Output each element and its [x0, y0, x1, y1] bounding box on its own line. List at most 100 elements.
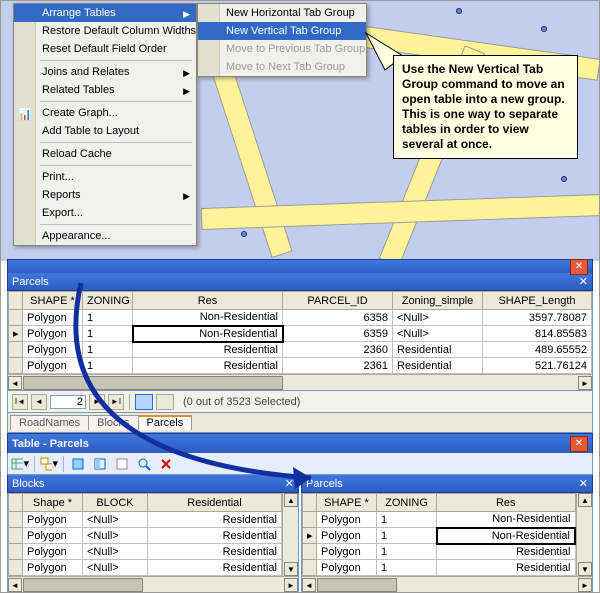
menu-item-create-graph-[interactable]: Create Graph...📊: [14, 104, 196, 122]
right-grid[interactable]: SHAPE *ZONINGResPolygon1Non-Residential▸…: [302, 493, 576, 576]
cell[interactable]: <Null>: [83, 544, 148, 560]
switch-selection-button[interactable]: [90, 455, 110, 473]
nav-prev[interactable]: ◄: [31, 394, 47, 410]
cell[interactable]: Polygon: [23, 560, 83, 576]
cell[interactable]: 2360: [283, 342, 393, 358]
cell[interactable]: 814.85583: [483, 326, 592, 342]
col-header[interactable]: ZONING: [377, 494, 437, 512]
col-header[interactable]: ZONING: [83, 292, 133, 310]
nav-position[interactable]: [50, 395, 86, 409]
cell[interactable]: 6358: [283, 310, 393, 326]
col-header[interactable]: Shape *: [23, 494, 83, 512]
left-grid[interactable]: Shape *BLOCKResidentialPolygon<Null>Resi…: [8, 493, 282, 576]
bottom-tab-roadnames[interactable]: RoadNames: [10, 415, 89, 430]
cell[interactable]: Residential: [133, 342, 283, 358]
menu-item-export-[interactable]: Export...: [14, 204, 196, 222]
cell[interactable]: Non-Residential: [133, 310, 283, 326]
upper-grid[interactable]: SHAPE *ZONINGResPARCEL_IDZoning_simpleSH…: [8, 291, 592, 374]
cell[interactable]: 1: [83, 326, 133, 342]
cell[interactable]: Polygon: [317, 544, 377, 560]
menu-item-new-vertical-tab-group[interactable]: New Vertical Tab Group: [198, 22, 366, 40]
cell[interactable]: Residential: [437, 544, 576, 560]
col-header[interactable]: Zoning_simple: [393, 292, 483, 310]
cell[interactable]: Polygon: [23, 528, 83, 544]
cell[interactable]: 1: [83, 358, 133, 374]
tab-close-icon[interactable]: ✕: [285, 475, 294, 493]
left-hscroll[interactable]: ◄ ►: [8, 576, 298, 592]
left-vscroll[interactable]: ▲▼: [282, 493, 298, 576]
cell[interactable]: 3597.78087: [483, 310, 592, 326]
nav-next[interactable]: ►: [89, 394, 105, 410]
cell[interactable]: Residential: [148, 544, 282, 560]
col-header[interactable]: SHAPE *: [23, 292, 83, 310]
cell[interactable]: 1: [83, 342, 133, 358]
cell[interactable]: Polygon: [23, 544, 83, 560]
col-header[interactable]: SHAPE *: [317, 494, 377, 512]
cell[interactable]: Residential: [133, 358, 283, 374]
left-tab-header[interactable]: Blocks ✕: [7, 475, 299, 493]
col-header[interactable]: Res: [437, 494, 576, 512]
show-selected-toggle[interactable]: [156, 394, 174, 410]
cell[interactable]: Residential: [393, 342, 483, 358]
col-header[interactable]: SHAPE_Length: [483, 292, 592, 310]
bottom-tab-blocks[interactable]: Blocks: [88, 415, 138, 430]
right-vscroll[interactable]: ▲▼: [576, 493, 592, 576]
nav-first[interactable]: I◄: [12, 394, 28, 410]
cell[interactable]: Polygon: [317, 560, 377, 576]
cell[interactable]: <Null>: [393, 310, 483, 326]
cell[interactable]: <Null>: [393, 326, 483, 342]
close-button[interactable]: ✕: [570, 436, 588, 452]
cell[interactable]: Non-Residential: [133, 326, 283, 342]
col-header[interactable]: PARCEL_ID: [283, 292, 393, 310]
cell[interactable]: Polygon: [23, 512, 83, 528]
nav-last[interactable]: ►I: [108, 394, 124, 410]
cell[interactable]: Polygon: [23, 326, 83, 342]
right-hscroll[interactable]: ◄ ►: [302, 576, 592, 592]
menu-item-reload-cache[interactable]: Reload Cache: [14, 145, 196, 163]
upper-hscroll[interactable]: ◄ ►: [8, 374, 592, 390]
menu-item-restore-default-column-widths[interactable]: Restore Default Column Widths: [14, 22, 196, 40]
menu-item-related-tables[interactable]: Related Tables▶: [14, 81, 196, 99]
cell[interactable]: <Null>: [83, 512, 148, 528]
menu-item-appearance-[interactable]: Appearance...: [14, 227, 196, 245]
cell[interactable]: Residential: [148, 560, 282, 576]
cell[interactable]: <Null>: [83, 560, 148, 576]
menu-item-new-horizontal-tab-group[interactable]: New Horizontal Tab Group: [198, 4, 366, 22]
col-header[interactable]: BLOCK: [83, 494, 148, 512]
cell[interactable]: 1: [83, 310, 133, 326]
bottom-tab-parcels[interactable]: Parcels: [138, 415, 193, 430]
menu-item-add-table-to-layout[interactable]: Add Table to Layout: [14, 122, 196, 140]
col-header[interactable]: Residential: [148, 494, 282, 512]
cell[interactable]: Non-Residential: [437, 512, 576, 528]
delete-selected-button[interactable]: [156, 455, 176, 473]
cell[interactable]: 6359: [283, 326, 393, 342]
cell[interactable]: Polygon: [23, 310, 83, 326]
cell[interactable]: Residential: [393, 358, 483, 374]
cell[interactable]: Polygon: [317, 512, 377, 528]
menu-item-reports[interactable]: Reports▶: [14, 186, 196, 204]
upper-tab-header[interactable]: Parcels ✕: [7, 273, 593, 291]
lower-titlebar[interactable]: Table - Parcels ✕: [7, 433, 593, 453]
cell[interactable]: Polygon: [23, 358, 83, 374]
right-tab-header[interactable]: Parcels ✕: [301, 475, 593, 493]
select-by-attr-button[interactable]: [68, 455, 88, 473]
cell[interactable]: Residential: [148, 528, 282, 544]
cell[interactable]: 1: [377, 528, 437, 544]
cell[interactable]: 489.65552: [483, 342, 592, 358]
cell[interactable]: Polygon: [23, 342, 83, 358]
cell[interactable]: 1: [377, 512, 437, 528]
cell[interactable]: 1: [377, 544, 437, 560]
cell[interactable]: 521.76124: [483, 358, 592, 374]
related-tables-button[interactable]: ▾: [39, 455, 59, 473]
menu-item-print-[interactable]: Print...: [14, 168, 196, 186]
cell[interactable]: <Null>: [83, 528, 148, 544]
cell[interactable]: Non-Residential: [437, 528, 576, 544]
cell[interactable]: 2361: [283, 358, 393, 374]
col-header[interactable]: Res: [133, 292, 283, 310]
zoom-selected-button[interactable]: [134, 455, 154, 473]
cell[interactable]: Residential: [148, 512, 282, 528]
tab-close-icon[interactable]: ✕: [579, 273, 588, 291]
table-options-button[interactable]: ▾: [10, 455, 30, 473]
clear-selection-button[interactable]: [112, 455, 132, 473]
show-all-toggle[interactable]: [135, 394, 153, 410]
